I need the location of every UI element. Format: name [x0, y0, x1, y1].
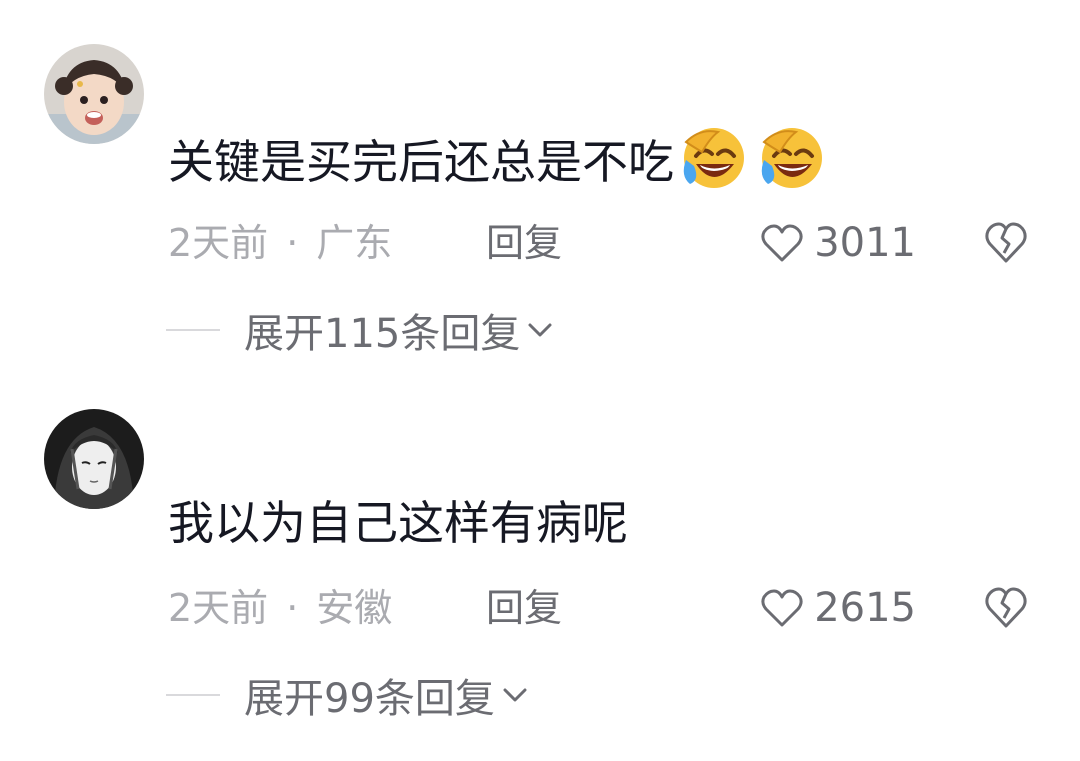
broken-heart-icon [985, 222, 1027, 263]
avatar-anime-girl-sketch [44, 409, 144, 509]
user-avatar[interactable] [44, 409, 144, 509]
comment-meta: 2天前 · 广东 回复 [168, 216, 562, 270]
comment-time: 2天前 [168, 221, 269, 265]
reply-button[interactable]: 回复 [486, 216, 562, 270]
dislike-button[interactable] [983, 585, 1029, 629]
like-button[interactable]: 3011 [760, 216, 916, 270]
heart-icon [761, 224, 803, 262]
expand-replies-label: 展开99条回复 [244, 676, 495, 722]
dislike-button[interactable] [983, 220, 1029, 264]
like-count: 3011 [814, 220, 916, 266]
expand-replies-button[interactable]: 展开115条回复 [166, 302, 554, 358]
meta-separator: · [286, 586, 299, 630]
comment-text: 我以为自己这样有病呢 [168, 496, 628, 550]
comment-item: 关键是买完后还总是不吃 2天前 · 广东 回复 3011 展开115条回复 [0, 0, 1080, 360]
chevron-down-icon [503, 688, 527, 702]
heart-icon [761, 589, 803, 627]
comment-location: 安徽 [316, 586, 393, 630]
comment-text-row: 我以为自己这样有病呢 [168, 487, 628, 559]
avatar-child-photo [44, 44, 144, 144]
like-button[interactable]: 2615 [760, 581, 916, 635]
chevron-down-icon [528, 323, 552, 337]
divider-line [166, 694, 220, 696]
meta-separator: · [286, 221, 299, 265]
reply-button[interactable]: 回复 [486, 581, 562, 635]
expand-replies-label: 展开115条回复 [244, 311, 521, 357]
expand-replies-button[interactable]: 展开99条回复 [166, 667, 529, 723]
broken-heart-icon [985, 587, 1027, 628]
comment-item: 我以为自己这样有病呢 2天前 · 安徽 回复 2615 展开99条回复 [0, 365, 1080, 725]
comment-text-row: 关键是买完后还总是不吃 [168, 122, 830, 198]
comment-text: 关键是买完后还总是不吃 [168, 135, 674, 189]
laughing-tears-emoji [676, 122, 752, 192]
divider-line [166, 329, 220, 331]
comment-location: 广东 [316, 221, 393, 265]
laughing-tears-emoji [754, 122, 830, 192]
like-count: 2615 [814, 585, 916, 631]
user-avatar[interactable] [44, 44, 144, 144]
comment-time: 2天前 [168, 586, 269, 630]
comment-meta: 2天前 · 安徽 回复 [168, 581, 562, 635]
